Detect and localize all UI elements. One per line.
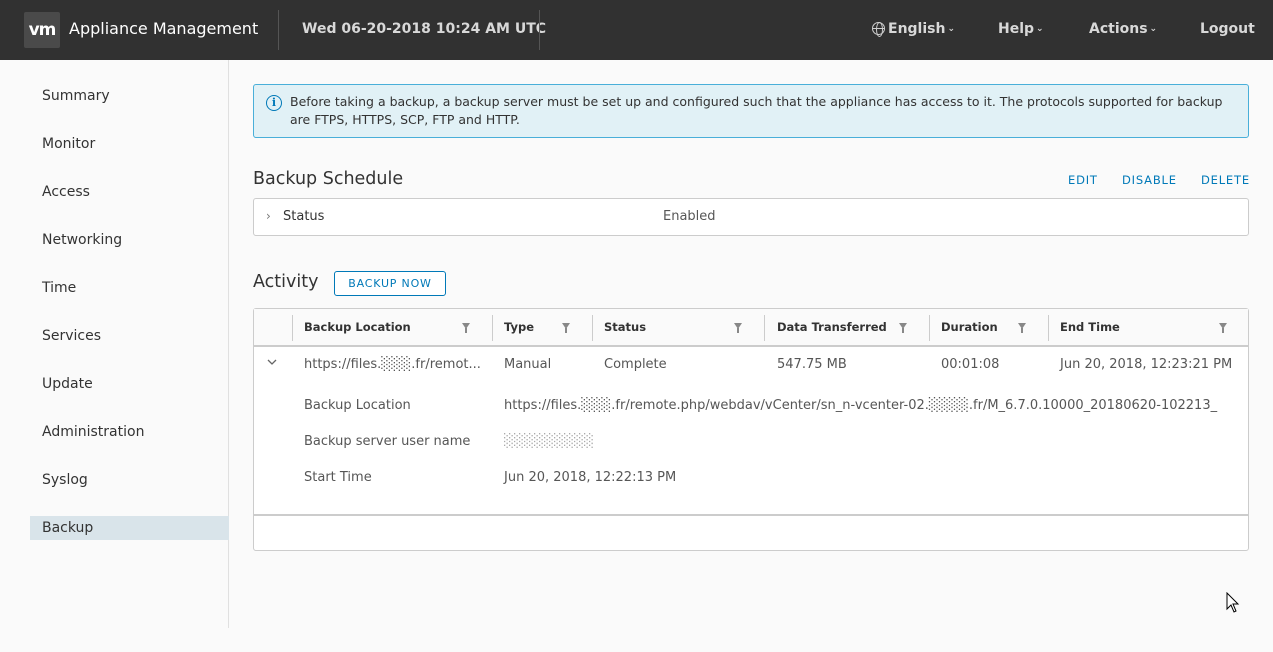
detail-location-label: Backup Location	[304, 398, 411, 413]
activity-datagrid: Backup Location Type Status Data Transfe…	[253, 308, 1249, 551]
sidebar-nav: Summary Monitor Access Networking Time S…	[0, 60, 229, 628]
mouse-cursor-icon	[1226, 592, 1240, 613]
column-separator[interactable]	[592, 315, 593, 341]
datagrid-header: Backup Location Type Status Data Transfe…	[254, 309, 1248, 347]
filter-icon[interactable]	[462, 323, 470, 333]
status-label: Status	[283, 209, 325, 224]
status-value: Enabled	[663, 209, 716, 224]
sidebar-item-access[interactable]: Access	[30, 180, 229, 204]
column-header-type[interactable]: Type	[504, 320, 534, 334]
detail-user-value: ░░░░░░░░░	[504, 434, 594, 449]
column-separator[interactable]	[492, 315, 493, 341]
sidebar-item-syslog[interactable]: Syslog	[30, 468, 229, 492]
filter-icon[interactable]	[899, 323, 907, 333]
schedule-status-panel[interactable]: › Status Enabled	[253, 198, 1249, 236]
alert-message: Before taking a backup, a backup server …	[290, 94, 1223, 127]
edit-button[interactable]: EDIT	[1068, 173, 1098, 187]
cell-duration: 00:01:08	[941, 357, 1000, 372]
actions-label: Actions	[1089, 21, 1148, 37]
app-title: Appliance Management	[69, 19, 259, 38]
sidebar-item-networking[interactable]: Networking	[30, 228, 229, 252]
detail-user-label: Backup server user name	[304, 434, 471, 449]
column-header-end-time[interactable]: End Time	[1060, 320, 1120, 334]
chevron-right-icon[interactable]: ›	[266, 209, 271, 223]
sidebar-item-administration[interactable]: Administration	[30, 420, 229, 444]
actions-menu[interactable]: Actions ⌄	[1089, 21, 1157, 37]
delete-button[interactable]: DELETE	[1201, 173, 1250, 187]
cell-type: Manual	[504, 357, 552, 372]
filter-icon[interactable]	[562, 323, 570, 333]
info-icon: i	[266, 95, 282, 111]
disable-button[interactable]: DISABLE	[1122, 173, 1177, 187]
sidebar-item-summary[interactable]: Summary	[30, 84, 229, 108]
sidebar-item-services[interactable]: Services	[30, 324, 229, 348]
column-header-data-transferred[interactable]: Data Transferred	[777, 320, 887, 334]
column-separator[interactable]	[929, 315, 930, 341]
header-divider	[539, 10, 540, 50]
filter-icon[interactable]	[1219, 323, 1227, 333]
backup-now-button[interactable]: BACKUP NOW	[334, 271, 446, 296]
cell-end-time: Jun 20, 2018, 12:23:21 PM	[1060, 357, 1233, 372]
help-label: Help	[998, 21, 1035, 37]
globe-icon	[872, 22, 885, 37]
datagrid-footer-divider	[254, 514, 1248, 516]
chevron-down-icon: ⌄	[1036, 24, 1044, 34]
filter-icon[interactable]	[1018, 323, 1026, 333]
column-separator[interactable]	[1048, 315, 1049, 341]
vmware-logo: vm	[24, 12, 60, 48]
info-alert: i Before taking a backup, a backup serve…	[253, 84, 1249, 138]
chevron-down-icon: ⌄	[1149, 24, 1158, 34]
cell-status: Complete	[604, 357, 667, 372]
logout-link[interactable]: Logout	[1200, 21, 1255, 37]
column-separator	[292, 315, 293, 341]
sidebar-item-update[interactable]: Update	[30, 372, 229, 396]
chevron-down-icon: ⌄	[947, 24, 955, 34]
cell-data-transferred: 547.75 MB	[777, 357, 847, 372]
top-header: vm Appliance Management Wed 06-20-2018 1…	[0, 0, 1273, 60]
sidebar-item-monitor[interactable]: Monitor	[30, 132, 229, 156]
activity-title: Activity	[253, 272, 319, 292]
cell-backup-location: https://files.░░░.fr/remot...	[304, 357, 481, 372]
column-header-status[interactable]: Status	[604, 320, 646, 334]
chevron-down-icon[interactable]	[267, 357, 277, 367]
header-datetime: Wed 06-20-2018 10:24 AM UTC	[302, 21, 547, 37]
column-header-duration[interactable]: Duration	[941, 320, 998, 334]
detail-start-label: Start Time	[304, 470, 372, 485]
detail-location-value: https://files.░░░.fr/remote.php/webdav/v…	[504, 398, 1218, 413]
column-separator[interactable]	[764, 315, 765, 341]
language-label: English	[888, 21, 946, 37]
language-menu[interactable]: English ⌄	[872, 21, 955, 37]
sidebar-item-time[interactable]: Time	[30, 276, 229, 300]
filter-icon[interactable]	[734, 323, 742, 333]
help-menu[interactable]: Help ⌄	[998, 21, 1044, 37]
detail-start-value: Jun 20, 2018, 12:22:13 PM	[504, 470, 677, 485]
backup-schedule-title: Backup Schedule	[253, 169, 404, 189]
header-divider	[278, 10, 279, 50]
column-header-backup-location[interactable]: Backup Location	[304, 320, 411, 334]
sidebar-item-backup[interactable]: Backup	[30, 516, 229, 540]
